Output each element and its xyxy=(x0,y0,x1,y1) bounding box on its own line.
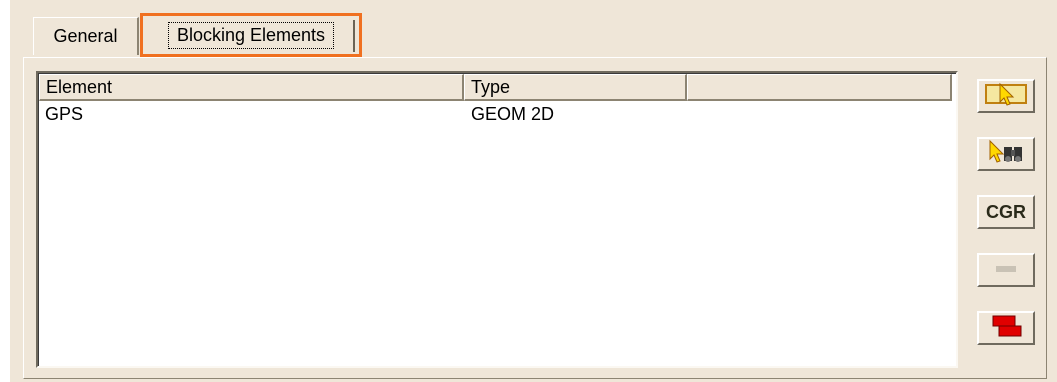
tab-general-label: General xyxy=(53,26,118,46)
remove-icon xyxy=(994,261,1018,279)
red-layers-icon xyxy=(986,314,1026,343)
cgr-button[interactable]: CGR xyxy=(977,195,1035,229)
blocking-elements-list[interactable]: Element Type GPS GEOM 2D xyxy=(36,71,958,368)
list-header: Element Type xyxy=(39,74,956,101)
red-layers-button[interactable] xyxy=(977,311,1035,345)
cgr-button-label: CGR xyxy=(986,201,1026,222)
tab-blocking-elements[interactable]: Blocking Elements xyxy=(140,13,362,57)
list-row[interactable]: GPS GEOM 2D xyxy=(39,104,956,126)
column-header-element[interactable]: Element xyxy=(39,74,464,101)
tab-general[interactable]: General xyxy=(33,17,139,55)
select-in-frame-button[interactable] xyxy=(977,79,1035,113)
cell-type: GEOM 2D xyxy=(471,104,555,124)
column-header-empty[interactable] xyxy=(687,74,952,101)
select-in-frame-icon xyxy=(984,82,1028,111)
cell-element: GPS xyxy=(45,104,84,124)
select-with-binoculars-icon xyxy=(984,139,1028,170)
tab-blocking-elements-label: Blocking Elements xyxy=(167,21,335,49)
select-with-binoculars-button[interactable] xyxy=(977,137,1035,171)
remove-button[interactable] xyxy=(977,253,1035,287)
column-header-type[interactable]: Type xyxy=(464,74,687,101)
